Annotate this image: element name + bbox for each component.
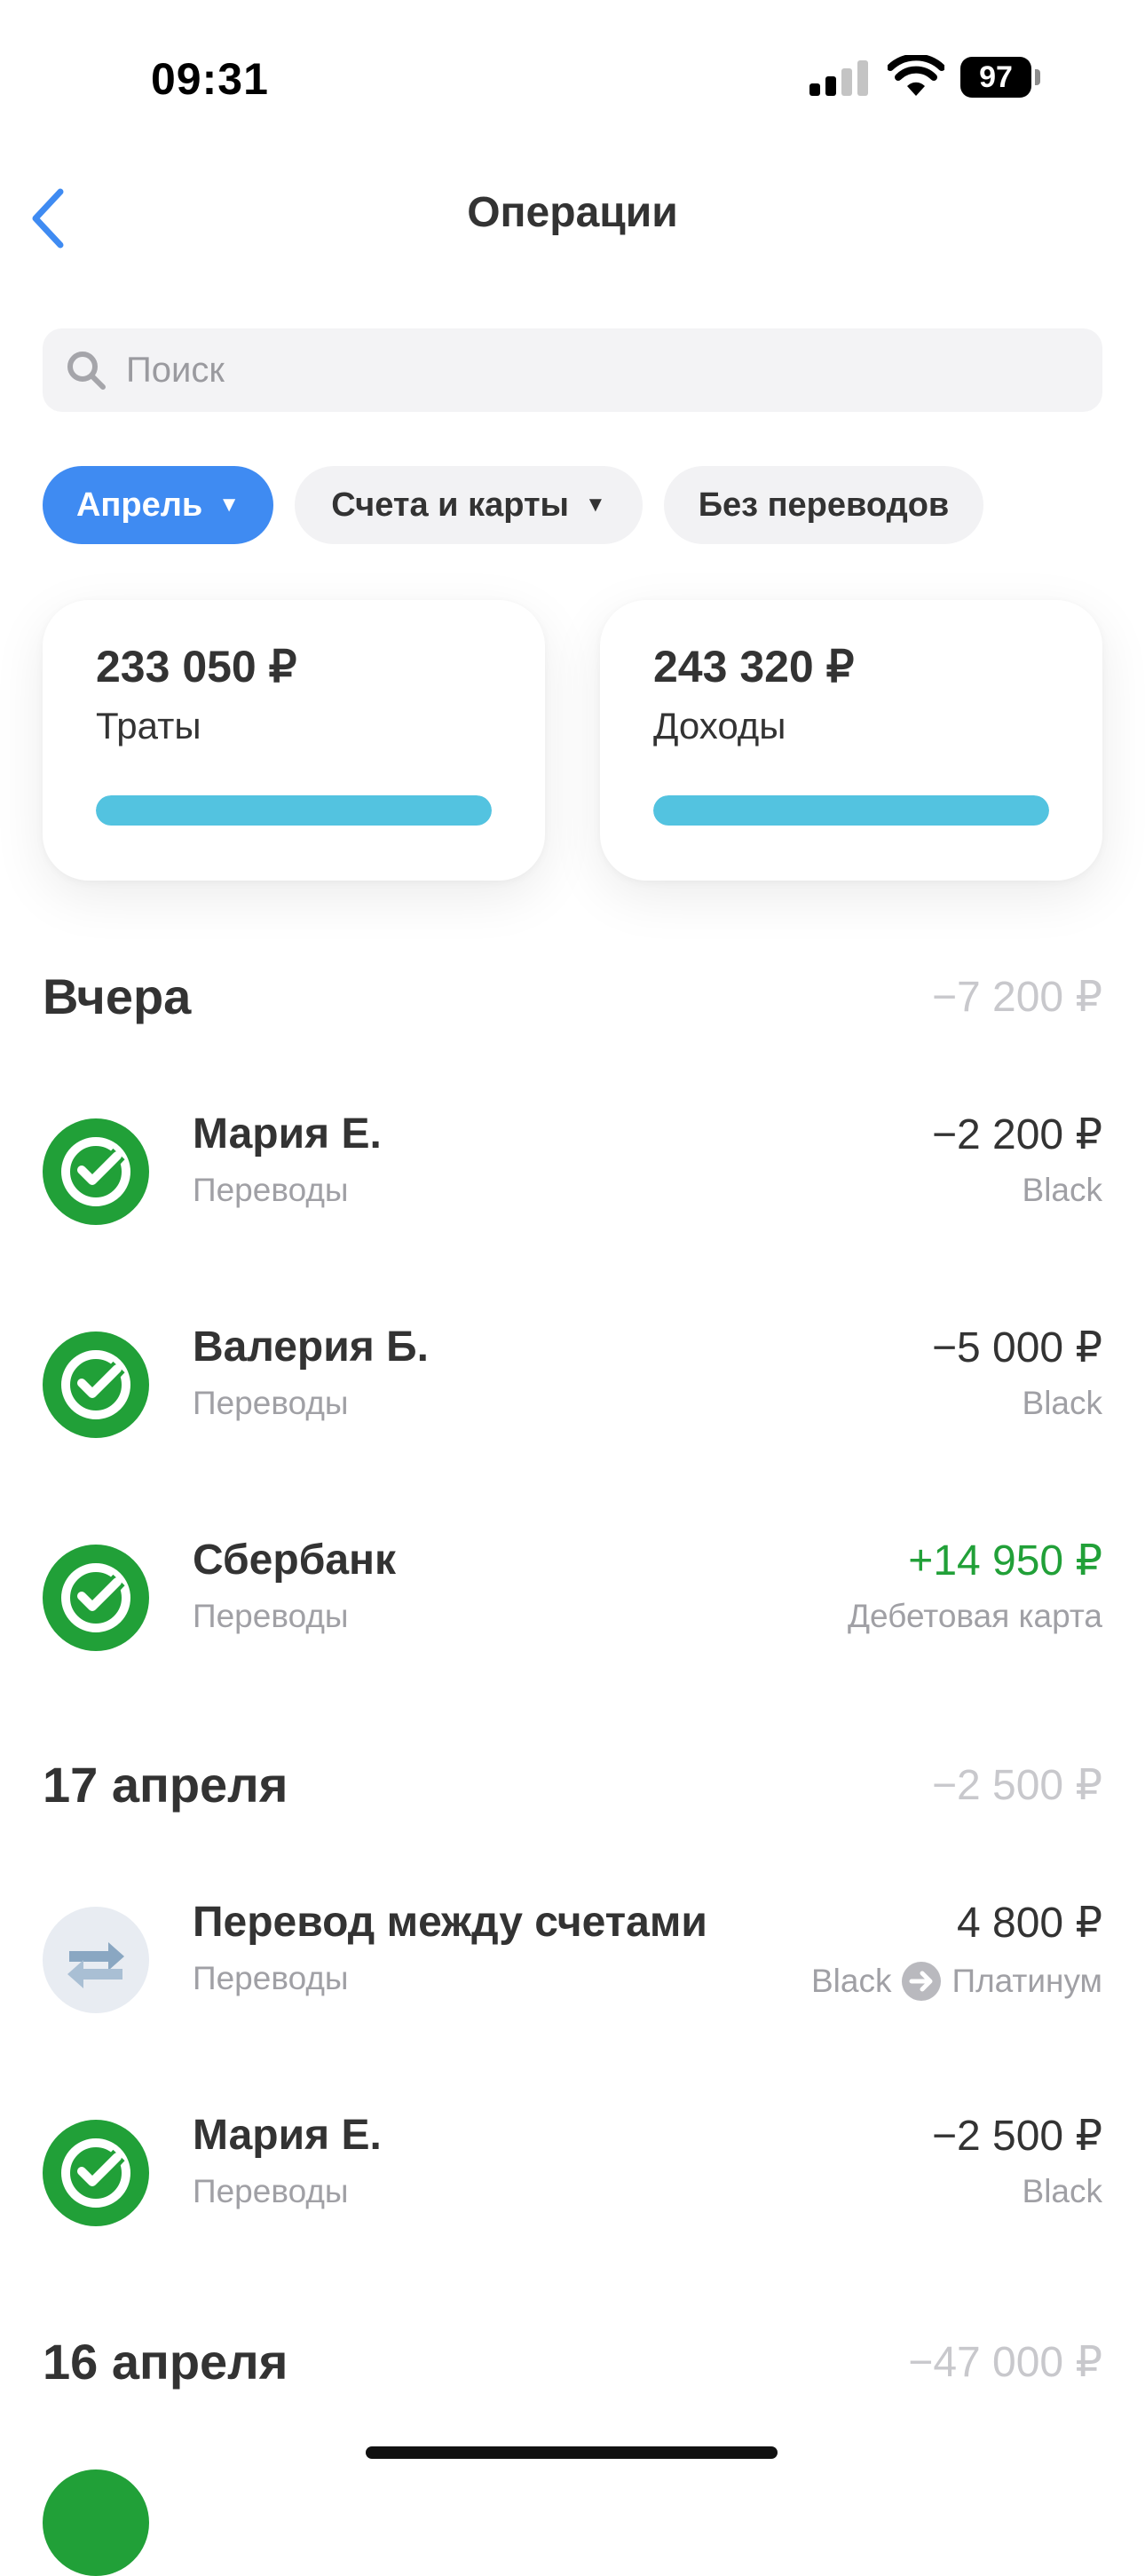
month-filter-chip[interactable]: Апрель ▼ [43,466,273,544]
group-total: −47 000 ₽ [908,2339,1102,2386]
transaction-amount: −5 000 ₽ [931,1324,1102,1371]
spend-progress-fill [96,795,492,826]
battery-tip [1035,69,1040,85]
sber-logo-icon [43,1331,149,1438]
income-progress-fill [653,795,1049,826]
transaction-amount: −2 200 ₽ [931,1111,1102,1158]
transaction-amount: 4 800 ₽ [957,1900,1102,1947]
spend-summary-card[interactable]: 233 050 ₽ Траты [43,600,545,881]
transaction-row[interactable]: Валерия Б. Переводы −5 000 ₽ Black [0,1323,1145,1447]
account-to: Платинум [952,1963,1102,1999]
battery-level: 97 [960,57,1031,98]
spend-amount: 233 050 ₽ [96,642,297,691]
income-label: Доходы [653,705,786,747]
transaction-category: Переводы [193,2173,349,2209]
income-summary-card[interactable]: 243 320 ₽ Доходы [600,600,1102,881]
group-total: −2 500 ₽ [931,1762,1102,1809]
transaction-account: Black [1022,1385,1102,1421]
spend-label: Траты [96,705,201,747]
transaction-name: Перевод между счетами [193,1899,707,1946]
group-title: 17 апреля [43,1757,288,1813]
transaction-amount: +14 950 ₽ [908,1537,1102,1584]
transaction-row[interactable]: Сбербанк Переводы +14 950 ₽ Дебетовая ка… [0,1536,1145,1660]
search-input[interactable] [126,328,1014,412]
no-transfers-filter-label: Без переводов [698,486,950,524]
transaction-category: Переводы [193,1172,349,1208]
home-indicator[interactable] [366,2446,778,2459]
transaction-category: Переводы [193,1960,349,1996]
transaction-amount: −2 500 ₽ [931,2113,1102,2160]
transaction-account: Black [1022,2173,1102,2209]
transaction-name: Мария Е. [193,1110,382,1158]
sber-logo-icon [43,1118,149,1225]
accounts-filter-label: Счета и карты [331,486,569,524]
arrow-right-icon [902,1962,942,2001]
income-amount: 243 320 ₽ [653,642,855,691]
transaction-category: Переводы [193,1598,349,1634]
caret-down-icon: ▼ [585,493,606,517]
transfer-arrows-icon [43,1907,149,2013]
transaction-row[interactable]: Мария Е. Переводы −2 500 ₽ Black [0,2111,1145,2235]
group-title: 16 апреля [43,2334,288,2390]
income-progress-bar [653,795,1049,826]
transaction-account: Black Платинум [811,1960,1102,2003]
spend-progress-bar [96,795,492,826]
group-title: Вчера [43,968,192,1024]
transaction-name: Сбербанк [193,1537,397,1584]
page-title: Операции [467,189,678,236]
account-from: Black [810,1963,892,1999]
sber-logo-icon [43,2120,149,2226]
transaction-name: Мария Е. [193,2112,382,2159]
transaction-name: Валерия Б. [193,1324,429,1371]
no-transfers-filter-chip[interactable]: Без переводов [664,466,983,544]
cellular-signal-icon [809,60,868,96]
accounts-filter-chip[interactable]: Счета и карты ▼ [295,466,643,544]
search-icon [67,352,106,390]
battery-indicator: 97 [960,57,1042,98]
month-filter-label: Апрель [75,486,203,524]
transaction-category: Переводы [193,1385,349,1421]
status-time: 09:31 [151,54,269,104]
wifi-icon [888,55,944,96]
sber-logo-icon [43,1545,149,1651]
search-bar[interactable] [43,328,1102,412]
transaction-account: Black [1022,1172,1102,1208]
transaction-account: Дебетовая карта [847,1598,1102,1634]
caret-down-icon: ▼ [218,493,240,517]
transaction-row[interactable]: Мария Е. Переводы −2 200 ₽ Black [0,1110,1145,1234]
sber-logo-icon [43,2469,149,2576]
transaction-row[interactable]: Перевод между счетами Переводы 4 800 ₽ B… [0,1898,1145,2022]
group-total: −7 200 ₽ [931,974,1102,1021]
